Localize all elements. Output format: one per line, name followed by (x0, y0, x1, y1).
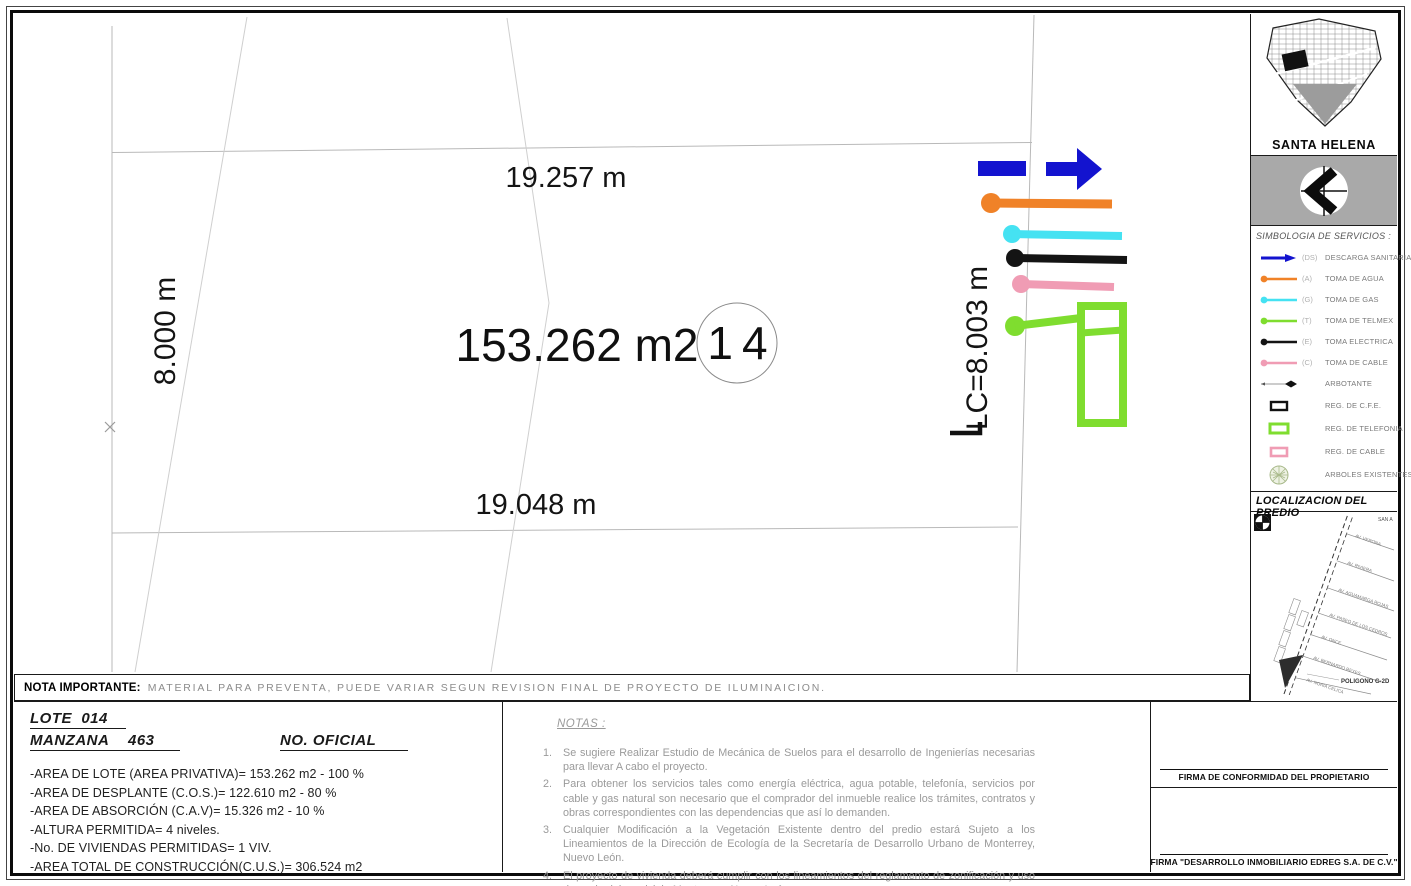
subdivision-map (1266, 18, 1382, 127)
sidebar: SANTA HELENA SIMBOLOGIA DE SERVICIOS : (… (1250, 14, 1411, 701)
symbology-panel: SIMBOLOGIA DE SERVICIOS : (DS) DESCARGA … (1251, 226, 1411, 492)
signatures-panel: FIRMA DE CONFORMIDAD DEL PROPIETARIO FIR… (1150, 702, 1398, 873)
street-label: AV. RIVIERA (1347, 560, 1373, 573)
legend-item-reg-cfe: REG. DE C.F.E. (1256, 394, 1395, 417)
lote-label: LOTE (30, 710, 72, 727)
water-service-line (981, 193, 1113, 213)
important-note-label: NOTA IMPORTANTE: (24, 681, 141, 694)
cable-line-icon (1256, 358, 1302, 368)
important-note-text: MATERIAL PARA PREVENTA, PUEDE VARIAR SEG… (147, 681, 826, 694)
street-label: AV. VERONA (1355, 533, 1382, 546)
note-item: 3. Cualquier Modificación a la Vegetació… (543, 824, 1035, 865)
map-corner-label: SAN A (1378, 517, 1393, 523)
lot-info-panel: LOTE 014 MANZANA 463 NO. OFICIAL -AREA D… (14, 702, 503, 874)
dimension-left: 8.000 m (149, 277, 182, 385)
north-compass-icon (1254, 514, 1271, 536)
developer-signature-line (1160, 854, 1388, 855)
gas-line-icon (1256, 295, 1302, 305)
note-item: 1. Se sugiere Realizar Estudio de Mecáni… (543, 747, 1035, 774)
telmex-service-line (1005, 302, 1127, 427)
cfe-registry-icon (1256, 400, 1302, 412)
owner-signature-label: FIRMA DE CONFORMIDAD DEL PROPIETARIO (1178, 771, 1370, 782)
lot-number: 14 (707, 317, 776, 369)
no-oficial-label: NO. OFICIAL (280, 732, 377, 749)
project-name: SANTA HELENA (1272, 138, 1376, 152)
sanitary-arrow-icon (1256, 253, 1302, 263)
legend-item-toma-gas: (G) TOMA DE GAS (1256, 289, 1395, 310)
dimension-bottom: 19.048 m (476, 489, 597, 521)
arbotante-icon (1256, 379, 1302, 389)
owner-signature-line (1160, 768, 1388, 770)
note-item: 2. Para obtener los servicios tales como… (543, 778, 1035, 819)
legend-item-toma-telmex: (T) TOMA DE TELMEX (1256, 310, 1395, 331)
corner-x-marker (104, 421, 116, 433)
electric-line-icon (1256, 337, 1302, 347)
developer-signature-label: FIRMA "DESARROLLO INMOBILIARIO EDREG S.A… (1150, 857, 1398, 867)
manzana-value: 463 (128, 732, 155, 749)
lot-plan-drawing: 19.257 m 19.048 m 8.000 m LC=8.003 m 153… (104, 14, 1128, 673)
note-item: 4. El proyecto de vivienda deberá cumpli… (543, 869, 1035, 886)
lot-detail-line: -AREA DE DESPLANTE (C.O.S.)= 122.610 m2 … (30, 785, 337, 800)
cable-service-line (1012, 275, 1115, 293)
localization-title: LOCALIZACION DEL PREDIO (1251, 492, 1397, 519)
legend-item-reg-telefonia: REG. DE TELEFONIA (1256, 417, 1403, 440)
legend-item-toma-agua: (A) TOMA DE AGUA (1256, 268, 1395, 289)
electric-service-line (1006, 249, 1128, 267)
lot-detail-line: -ALTURA PERMITIDA= 4 niveles. (30, 822, 220, 837)
tree-icon (1256, 464, 1302, 486)
localization-map: AV. VERONA AV. RIVIERA AV. AGUAMARGA ROJ… (1251, 512, 1397, 701)
gas-service-line (1003, 225, 1123, 243)
telmex-line-icon (1256, 316, 1302, 326)
manzana-label: MANZANA (30, 732, 110, 749)
lote-row: LOTE 014 (30, 710, 502, 729)
developer-logo-icon (1300, 165, 1348, 216)
lot-detail-line: -AREA DE ABSORCIÓN (C.A.V)= 15.326 m2 - … (30, 804, 325, 818)
street-label: AV. ONCE (1321, 634, 1342, 645)
water-line-icon (1256, 274, 1302, 284)
notes-title: NOTAS : (557, 718, 606, 730)
telephone-registry-icon (1256, 422, 1302, 435)
developer-logo-panel (1251, 156, 1397, 226)
dimension-right: LC=8.003 m (961, 266, 994, 430)
title-block: LOTE 014 MANZANA 463 NO. OFICIAL -AREA D… (14, 701, 1398, 886)
legend-item-toma-electrica: (E) TOMA ELECTRICA (1256, 331, 1395, 352)
legend-item-reg-cable: REG. DE CABLE (1256, 440, 1395, 463)
legend-item-descarga-sanitaria: (DS) DESCARGA SANITARIA (1256, 247, 1411, 268)
important-note-strip: NOTA IMPORTANTE: MATERIAL PARA PREVENTA,… (14, 674, 1250, 701)
manzana-row: MANZANA 463 NO. OFICIAL (30, 732, 502, 751)
lote-value: 014 (81, 710, 108, 727)
developer-signature-cell: FIRMA "DESARROLLO INMOBILIARIO EDREG S.A… (1150, 788, 1398, 873)
street-label: AV. PASEO DE LOS CEDROS (1329, 612, 1388, 637)
sanitary-discharge-arrow (978, 148, 1102, 190)
dimension-top: 19.257 m (506, 162, 627, 194)
cable-registry-icon (1256, 446, 1302, 458)
legend-item-toma-cable: (C) TOMA DE CABLE (1256, 352, 1395, 373)
localization-panel: LOCALIZACION DEL PREDIO AV. VERONA AV. R… (1251, 492, 1397, 701)
street-label: AV. BERNARDO REYES (1313, 655, 1362, 676)
notes-panel: NOTAS : 1. Se sugiere Realizar Estudio d… (503, 702, 1151, 886)
lot-area-label: 153.262 m2 (456, 319, 699, 371)
legend-item-arboles: ARBOLES EXISTENTES (1256, 463, 1411, 486)
legend-item-arbotante: ARBOTANTE (1256, 373, 1395, 394)
symbology-title: SIMBOLOGIA DE SERVICIOS : (1256, 231, 1392, 241)
lot-detail-line: -AREA DE LOTE (AREA PRIVATIVA)= 153.262 … (30, 767, 364, 781)
predio-marker (1279, 655, 1303, 688)
polygon-label: POLIGONO G-2D (1341, 679, 1390, 685)
owner-signature-cell: FIRMA DE CONFORMIDAD DEL PROPIETARIO (1151, 702, 1397, 788)
street-label: AV. AGUAMARGA ROJAS (1338, 587, 1390, 609)
lot-detail-line: -No. DE VIVIENDAS PERMITIDAS= 1 VIV. (30, 841, 272, 855)
localization-map-drawing: AV. VERONA AV. RIVIERA AV. AGUAMARGA ROJ… (1273, 513, 1395, 696)
subdivision-map-panel: SANTA HELENA (1251, 14, 1397, 156)
lot-details-list: -AREA DE LOTE (AREA PRIVATIVA)= 153.262 … (30, 765, 502, 876)
telephone-registry-box (1077, 302, 1127, 427)
lot-detail-line: -AREA TOTAL DE CONSTRUCCIÓN(C.U.S.)= 306… (30, 859, 363, 874)
plan-sheet: 19.257 m 19.048 m 8.000 m LC=8.003 m 153… (0, 0, 1411, 886)
